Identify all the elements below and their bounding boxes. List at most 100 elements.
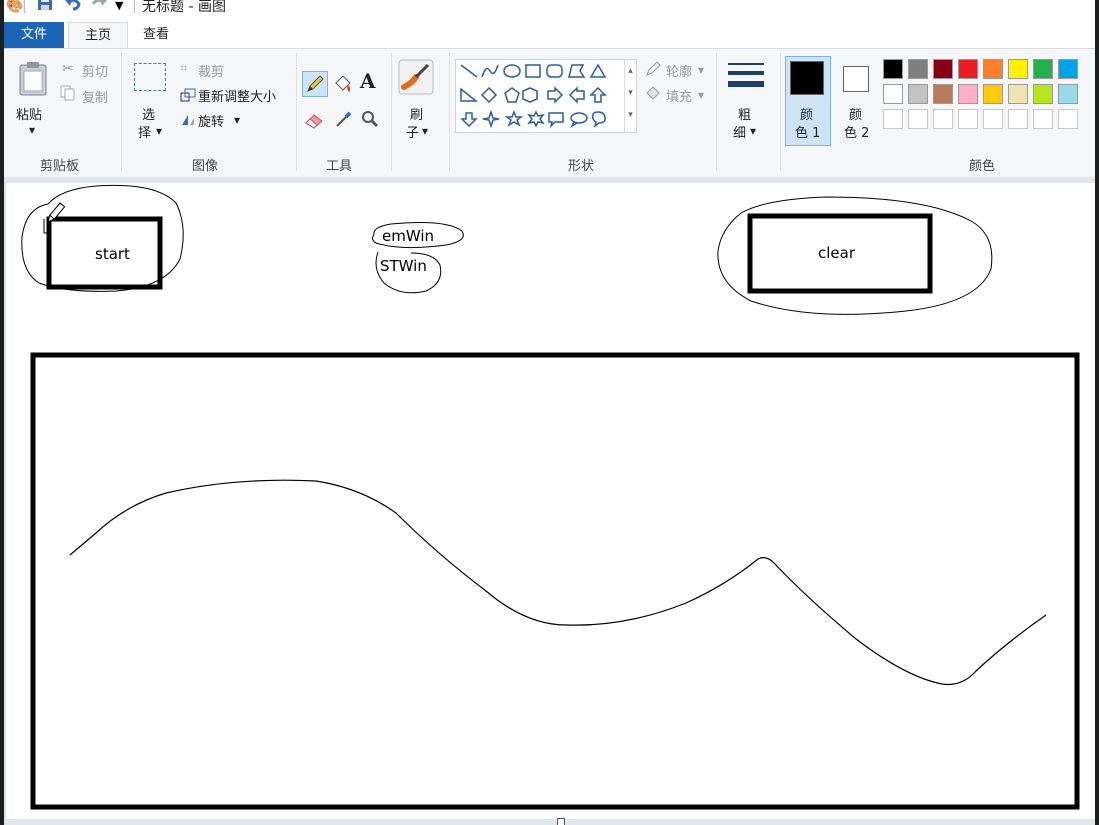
color-swatch[interactable] [1033, 59, 1053, 79]
tab-view[interactable]: 查看 [128, 22, 184, 48]
undo-icon[interactable] [64, 0, 82, 16]
copy-icon[interactable] [60, 85, 76, 105]
color-swatch[interactable] [1033, 109, 1053, 129]
text-tool-icon[interactable]: A [360, 69, 376, 93]
outline-label[interactable]: 轮廓 [666, 61, 692, 80]
copy-label[interactable]: 复制 [82, 87, 108, 106]
cut-label[interactable]: 剪切 [82, 61, 108, 80]
ribbon: 粘贴 ▾ ✂ 剪切 复制 剪贴板 选 择 ▾ ⌗ 裁剪 重新调整大小 旋转 ▾ … [4, 48, 1095, 178]
color-swatch[interactable] [908, 109, 928, 129]
pencil-icon[interactable] [302, 71, 328, 97]
canvas-resize-handle[interactable] [557, 818, 565, 825]
color-swatch[interactable] [1033, 84, 1053, 104]
qa-separator-2: | [132, 0, 137, 14]
shapes-scroll[interactable]: ▴ ▾ ▾ [624, 60, 636, 132]
color-swatch[interactable] [983, 109, 1003, 129]
color-swatch[interactable] [1058, 109, 1078, 129]
color-picker-icon[interactable] [334, 109, 354, 133]
size-label-1[interactable]: 粗 [738, 104, 751, 123]
paste-icon[interactable] [18, 61, 48, 101]
color-swatch[interactable] [908, 59, 928, 79]
paste-dropdown-icon[interactable]: ▾ [29, 123, 35, 137]
clipboard-group-label: 剪贴板 [40, 159, 80, 174]
image-group-label: 图像 [192, 159, 219, 174]
color-swatch[interactable] [958, 109, 978, 129]
select-label-1[interactable]: 选 [142, 104, 155, 123]
canvas-area: start clear emWin STWin [4, 177, 1095, 825]
color2-label-1[interactable]: 颜 [849, 104, 862, 123]
fill-dropdown-icon[interactable]: ▾ [698, 88, 704, 102]
fill-label[interactable]: 填充 [666, 86, 692, 105]
resize-icon[interactable] [180, 87, 196, 106]
crop-icon[interactable]: ⌗ [180, 61, 187, 76]
fill-icon[interactable] [644, 85, 662, 105]
color-swatch[interactable] [1008, 109, 1028, 129]
size-dropdown-icon[interactable]: ▾ [750, 124, 756, 138]
save-icon[interactable] [37, 0, 53, 16]
color-swatch[interactable] [933, 109, 953, 129]
color-swatch[interactable] [1058, 84, 1078, 104]
color-swatch[interactable] [933, 84, 953, 104]
outline-dropdown-icon[interactable]: ▾ [698, 63, 704, 77]
color-swatch[interactable] [983, 84, 1003, 104]
paint-app-icon[interactable]: 🎨 [6, 0, 23, 15]
group-divider [296, 53, 297, 171]
tools-group-label: 工具 [326, 159, 353, 174]
color-swatch[interactable] [958, 59, 978, 79]
color2-label-2[interactable]: 色 2 [844, 122, 869, 141]
color-swatch[interactable] [958, 84, 978, 104]
drawing-area-box [30, 352, 1080, 810]
brushes-label-1[interactable]: 刷 [410, 104, 423, 123]
outline-icon[interactable] [644, 61, 662, 81]
brushes-label-2[interactable]: 子 [406, 122, 419, 141]
color-swatch[interactable] [1008, 84, 1028, 104]
brushes-dropdown-icon[interactable]: ▾ [422, 124, 428, 138]
color1-label-2[interactable]: 色 1 [795, 122, 820, 141]
emwin-label: emWin [382, 227, 435, 245]
group-divider [391, 53, 392, 171]
shapes-group-label: 形状 [568, 159, 595, 174]
color-swatch[interactable] [883, 109, 903, 129]
select-dropdown-icon[interactable]: ▾ [156, 124, 162, 138]
color1-label-1[interactable]: 颜 [800, 104, 813, 123]
color-swatch[interactable] [1058, 59, 1078, 79]
crop-label[interactable]: 裁剪 [198, 61, 224, 80]
color-swatch[interactable] [883, 59, 903, 79]
size-icon[interactable] [728, 61, 764, 99]
select-icon[interactable] [134, 63, 166, 91]
color1-swatch[interactable] [790, 61, 824, 95]
tab-home[interactable]: 主页 [68, 22, 128, 49]
clear-label: clear [818, 244, 856, 262]
color-swatch[interactable] [883, 84, 903, 104]
eraser-icon[interactable] [304, 111, 326, 133]
window-title: 无标题 - 画图 [142, 0, 226, 15]
tab-file[interactable]: 文件 [4, 22, 64, 48]
rotate-label[interactable]: 旋转 [198, 111, 224, 130]
group-divider [780, 53, 781, 171]
select-label-2[interactable]: 择 [138, 122, 151, 141]
color-swatch[interactable] [983, 59, 1003, 79]
paste-label[interactable]: 粘贴 [16, 104, 42, 123]
color-swatch[interactable] [1008, 59, 1028, 79]
group-divider [716, 53, 717, 171]
drawn-curve [69, 479, 1047, 686]
redo-icon[interactable] [90, 0, 108, 16]
magnifier-icon[interactable] [360, 109, 380, 133]
color-swatch[interactable] [908, 84, 928, 104]
stwin-label: STWin [380, 257, 427, 275]
rotate-dropdown-icon[interactable]: ▾ [234, 113, 240, 127]
color2-swatch[interactable] [843, 66, 869, 92]
title-bar: 🎨 | ▼ | 无标题 - 画图 [4, 0, 1095, 18]
fill-bucket-icon[interactable] [332, 73, 354, 99]
group-divider [121, 53, 122, 171]
cut-icon[interactable]: ✂ [62, 61, 74, 77]
brushes-icon[interactable] [398, 59, 434, 99]
drawing-canvas[interactable]: start clear emWin STWin [6, 183, 1095, 819]
size-label-2[interactable]: 细 [733, 122, 746, 141]
resize-label[interactable]: 重新调整大小 [198, 86, 276, 105]
customize-qa-icon[interactable]: ▼ [115, 0, 123, 15]
group-divider [449, 53, 450, 171]
rotate-icon[interactable] [180, 111, 196, 130]
shapes-gallery[interactable]: ▴ ▾ ▾ [455, 59, 637, 133]
color-swatch[interactable] [933, 59, 953, 79]
